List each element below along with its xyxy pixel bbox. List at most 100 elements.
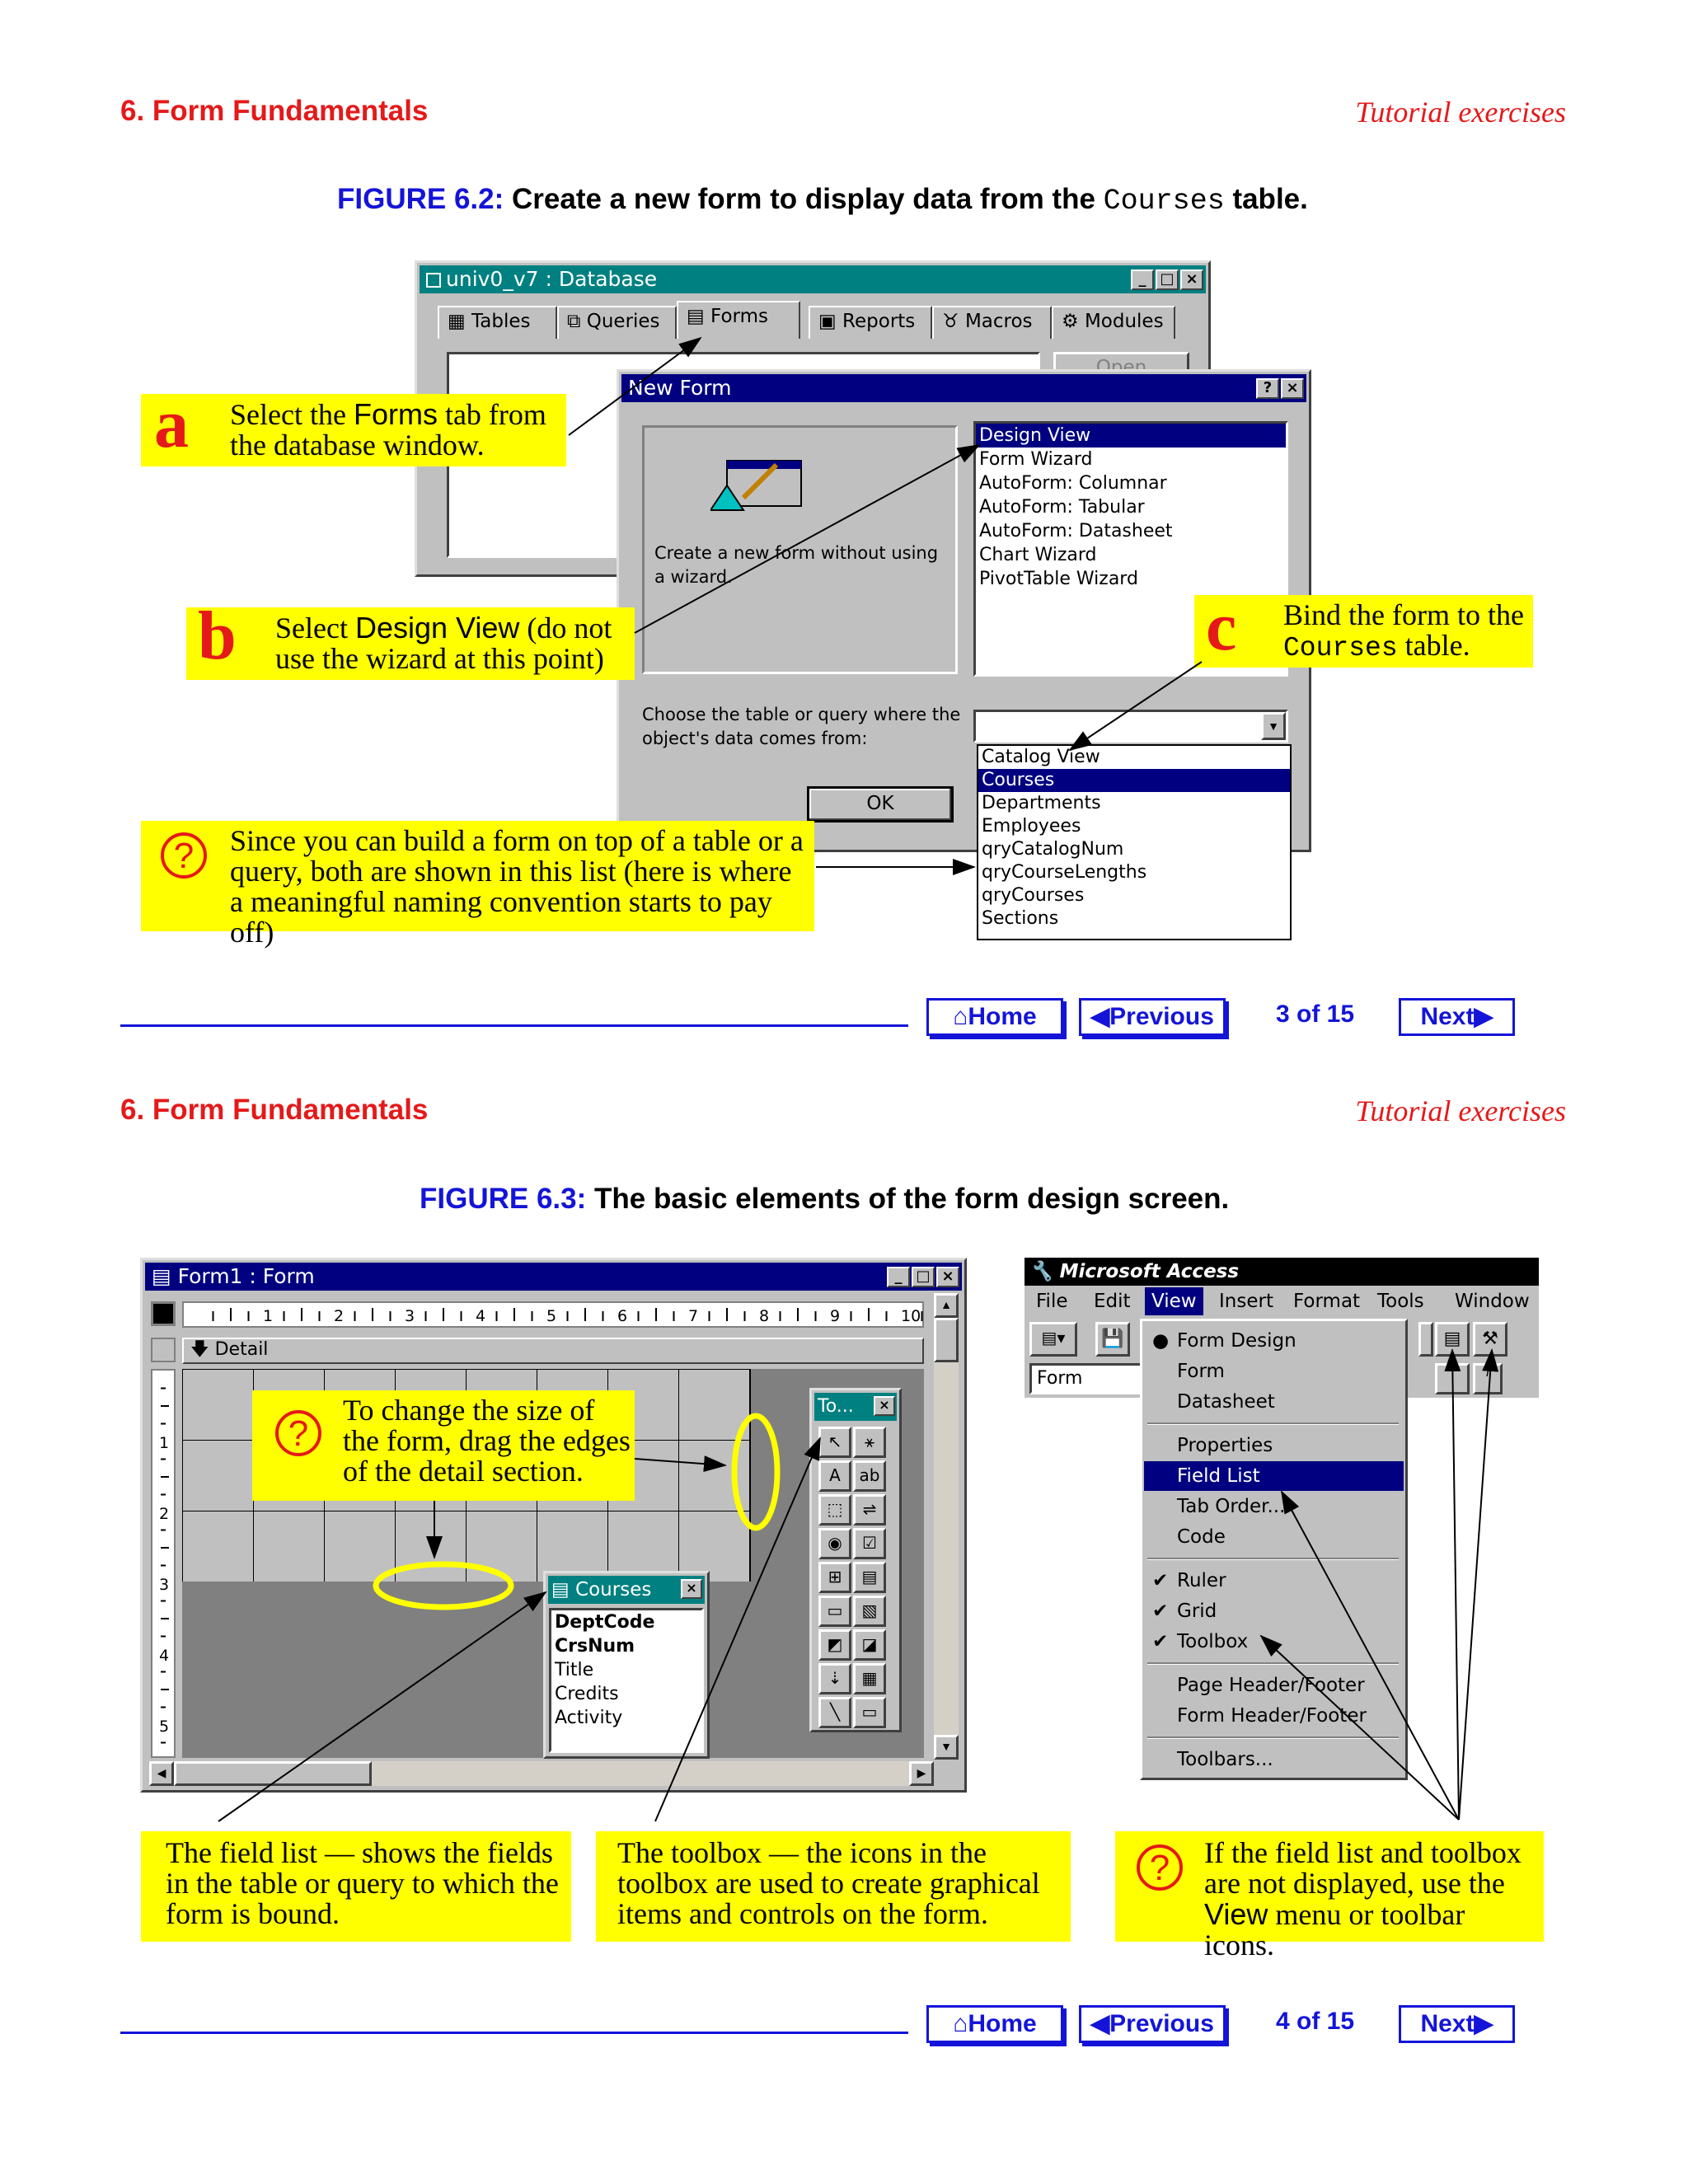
- view-toolbar-button[interactable]: ▤▾: [1029, 1322, 1077, 1357]
- new-form-titlebar[interactable]: New Form: [621, 374, 1306, 402]
- checkbox-icon[interactable]: ☑: [853, 1528, 886, 1559]
- wizard-icon[interactable]: ⚹: [853, 1427, 886, 1458]
- object-combo[interactable]: Form: [1029, 1363, 1145, 1394]
- toggle-icon[interactable]: ⇌: [853, 1494, 886, 1526]
- page-break-icon[interactable]: ⇣: [818, 1663, 851, 1694]
- ok-button[interactable]: OK: [807, 786, 954, 823]
- maximize-button[interactable]: □: [1156, 269, 1179, 290]
- field-list-close-button[interactable]: ×: [681, 1579, 702, 1599]
- bound-frame-icon[interactable]: ◪: [853, 1629, 886, 1661]
- next-button[interactable]: Next▶: [1399, 998, 1515, 1036]
- tab-forms[interactable]: ▤ Forms: [677, 301, 800, 339]
- list-item[interactable]: Form Wizard: [976, 448, 1286, 471]
- toolbox-close-button[interactable]: ×: [874, 1396, 895, 1416]
- tab-queries[interactable]: ⧉ Queries: [557, 306, 677, 339]
- previous-button[interactable]: ◀Previous: [1079, 998, 1226, 1036]
- close-button[interactable]: ×: [1180, 269, 1203, 290]
- tab-modules[interactable]: ⚙ Modules: [1052, 306, 1175, 339]
- menu-window[interactable]: Window: [1455, 1287, 1530, 1315]
- database-window-titlebar[interactable]: univ0_v7 : Database: [420, 265, 1206, 293]
- menu-edit[interactable]: Edit: [1094, 1287, 1131, 1315]
- list-item[interactable]: Design View: [976, 424, 1286, 448]
- maximize-button[interactable]: □: [912, 1267, 935, 1287]
- field-item[interactable]: CrsNum: [551, 1634, 701, 1658]
- bold-icon[interactable]: [1435, 1363, 1470, 1394]
- table-combo[interactable]: ▼: [973, 710, 1288, 743]
- unbound-frame-icon[interactable]: ◩: [818, 1629, 851, 1661]
- menu-item-datasheet[interactable]: Datasheet: [1144, 1387, 1404, 1417]
- image-icon[interactable]: ▧: [853, 1596, 886, 1627]
- combobox-icon[interactable]: ⊞: [818, 1562, 851, 1593]
- chevron-down-icon[interactable]: ▼: [1261, 712, 1286, 740]
- undo-icon[interactable]: [1418, 1322, 1433, 1357]
- scroll-left-arrow-icon[interactable]: ◀: [149, 1761, 174, 1786]
- list-item[interactable]: AutoForm: Columnar: [976, 471, 1286, 495]
- scroll-down-arrow-icon[interactable]: ▼: [934, 1735, 959, 1760]
- tab-tables[interactable]: ▦ Tables: [438, 306, 557, 339]
- menu-item-code[interactable]: Code: [1144, 1522, 1404, 1552]
- menu-item-tab-order[interactable]: Tab Order...: [1144, 1492, 1404, 1521]
- field-list-toolbar-icon[interactable]: ▤: [1435, 1322, 1470, 1357]
- form-window-titlebar[interactable]: ▤ Form1 : Form: [145, 1263, 962, 1291]
- field-list[interactable]: DeptCode CrsNum Title Credits Activity: [549, 1608, 704, 1753]
- list-item[interactable]: qryCourses: [978, 884, 1290, 907]
- table-dropdown-list[interactable]: Catalog View Courses Departments Employe…: [977, 744, 1292, 940]
- menu-item-form[interactable]: Form: [1144, 1357, 1404, 1386]
- tab-macros[interactable]: ♉ Macros: [932, 306, 1052, 339]
- list-item[interactable]: Chart Wizard: [976, 543, 1286, 567]
- minimize-button[interactable]: _: [887, 1267, 910, 1287]
- list-item[interactable]: AutoForm: Tabular: [976, 495, 1286, 519]
- scroll-up-arrow-icon[interactable]: ▲: [934, 1293, 959, 1318]
- label-icon[interactable]: A: [818, 1460, 851, 1492]
- field-item[interactable]: Title: [551, 1658, 701, 1682]
- tab-reports[interactable]: ▣ Reports: [809, 306, 932, 339]
- list-item[interactable]: Departments: [978, 792, 1290, 815]
- scroll-right-arrow-icon[interactable]: ▶: [909, 1761, 934, 1786]
- previous-button[interactable]: ◀Previous: [1079, 2005, 1226, 2043]
- detail-section-bar[interactable]: 🡇 Detail: [182, 1338, 924, 1364]
- menu-format[interactable]: Format: [1293, 1287, 1360, 1315]
- minimize-button[interactable]: _: [1131, 269, 1154, 290]
- line-icon[interactable]: ╲: [818, 1697, 851, 1728]
- list-item[interactable]: Sections: [978, 907, 1290, 930]
- pointer-icon[interactable]: ↖: [818, 1427, 851, 1458]
- field-item[interactable]: DeptCode: [551, 1610, 701, 1634]
- option-group-icon[interactable]: ⬚: [818, 1494, 851, 1526]
- access-titlebar[interactable]: 🔧 Microsoft Access: [1025, 1258, 1539, 1286]
- italic-icon[interactable]: I: [1473, 1363, 1503, 1394]
- form-selector[interactable]: [151, 1301, 176, 1326]
- help-button[interactable]: ?: [1256, 378, 1279, 399]
- field-item[interactable]: Credits: [551, 1682, 701, 1706]
- listbox-icon[interactable]: ▤: [853, 1562, 886, 1593]
- list-item[interactable]: Employees: [978, 815, 1290, 838]
- menu-item-toolbars[interactable]: Toolbars...: [1144, 1745, 1404, 1774]
- list-item[interactable]: AutoForm: Datasheet: [976, 519, 1286, 543]
- save-icon[interactable]: 💾: [1095, 1322, 1130, 1357]
- scroll-thumb-horizontal[interactable]: [174, 1761, 372, 1786]
- toolbox-toolbar-icon[interactable]: ⚒: [1473, 1322, 1507, 1357]
- vertical-scrollbar[interactable]: ▲ ▼: [934, 1293, 959, 1760]
- menu-item-field-list[interactable]: Field List: [1144, 1461, 1404, 1491]
- next-button[interactable]: Next▶: [1399, 2005, 1515, 2043]
- menu-view[interactable]: View: [1145, 1287, 1203, 1315]
- menu-item-grid[interactable]: ✔ Grid: [1144, 1596, 1404, 1626]
- horizontal-scrollbar[interactable]: ◀ ▶: [149, 1761, 934, 1786]
- command-button-icon[interactable]: ▭: [818, 1596, 851, 1627]
- rectangle-icon[interactable]: ▭: [853, 1697, 886, 1728]
- menu-item-properties[interactable]: Properties: [1144, 1431, 1404, 1460]
- menu-file[interactable]: File: [1036, 1287, 1068, 1315]
- subform-icon[interactable]: ▦: [853, 1663, 886, 1694]
- option-button-icon[interactable]: ◉: [818, 1528, 851, 1559]
- home-button[interactable]: ⌂Home: [926, 2005, 1063, 2043]
- menu-tools[interactable]: Tools: [1377, 1287, 1424, 1315]
- scroll-thumb[interactable]: [934, 1318, 959, 1362]
- textbox-icon[interactable]: ab: [853, 1460, 886, 1492]
- list-item[interactable]: Catalog View: [978, 746, 1290, 769]
- menu-item-page-header-footer[interactable]: Page Header/Footer: [1144, 1671, 1404, 1700]
- menu-item-form-header-footer[interactable]: Form Header/Footer: [1144, 1701, 1404, 1731]
- list-item[interactable]: qryCatalogNum: [978, 838, 1290, 861]
- close-button[interactable]: ×: [936, 1267, 959, 1287]
- list-item[interactable]: qryCourseLengths: [978, 861, 1290, 884]
- section-selector[interactable]: [151, 1338, 176, 1362]
- list-item[interactable]: Courses: [978, 769, 1290, 792]
